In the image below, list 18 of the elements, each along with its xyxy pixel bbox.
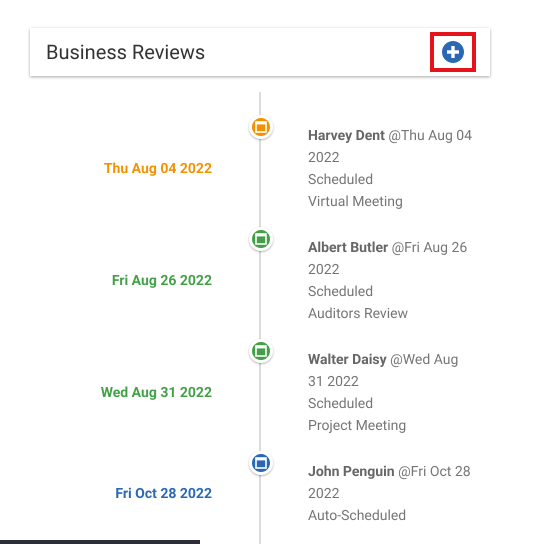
event-detail: Auditors Review — [308, 305, 410, 324]
event-heading: Walter Daisy @Wed Aug 31 2022 — [308, 351, 460, 392]
add-icon — [442, 41, 464, 63]
event-date: Thu Aug 04 2022 — [104, 160, 212, 178]
add-button[interactable] — [430, 32, 476, 72]
event-date: Wed Aug 31 2022 — [100, 384, 212, 402]
event-heading: John Penguin @Fri Oct 28 2022 — [308, 463, 472, 504]
event-detail: Scheduled — [308, 171, 374, 190]
event-detail: Scheduled — [308, 395, 374, 414]
event-detail: Auto-Scheduled — [308, 507, 408, 526]
event-date: Fri Aug 26 2022 — [112, 272, 212, 290]
event-heading: Albert Butler @Fri Aug 26 2022 — [308, 239, 468, 280]
event-detail: Virtual Meeting — [308, 193, 404, 212]
event-date: Fri Oct 28 2022 — [115, 484, 212, 504]
event-heading: Harvey Dent @Thu Aug 04 2022 — [308, 127, 474, 168]
card-title: Business Reviews — [46, 39, 206, 66]
event-detail: Project Meeting — [308, 417, 408, 436]
event-detail: Scheduled — [308, 283, 374, 302]
